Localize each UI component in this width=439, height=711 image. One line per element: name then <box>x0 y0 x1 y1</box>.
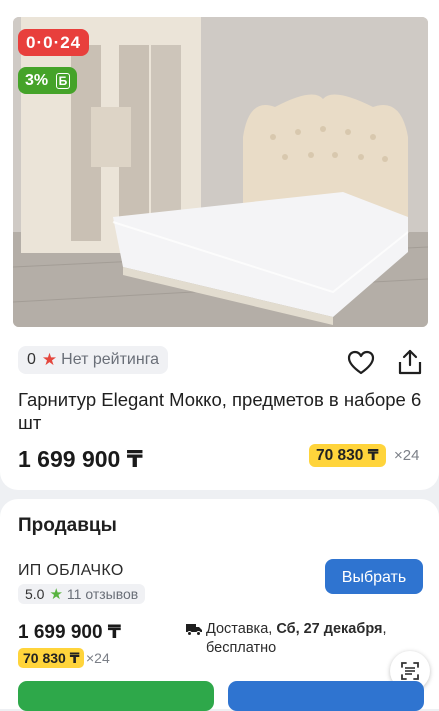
bonus-percent: 3% <box>25 72 49 89</box>
buy-button[interactable] <box>228 681 424 711</box>
product-title: Гарнитур Elegant Мокко, предметов в набо… <box>18 389 422 433</box>
choose-seller-button[interactable]: Выбрать <box>325 559 423 594</box>
bedroom-image <box>13 17 428 327</box>
seller-rating-value: 5.0 <box>25 586 45 602</box>
installment-price[interactable]: 70 830 ₸ <box>309 444 386 467</box>
heart-icon[interactable] <box>347 349 375 377</box>
share-icon[interactable] <box>396 348 424 376</box>
add-to-cart-button[interactable] <box>18 681 214 711</box>
bonus-currency: Б <box>55 73 71 89</box>
seller-installment-price[interactable]: 70 830 ₸ <box>18 648 85 668</box>
seller-name[interactable]: ИП ОБЛАЧКО <box>18 562 124 580</box>
product-photo[interactable] <box>13 17 428 327</box>
product-price: 1 699 900 ₸ <box>18 446 143 472</box>
star-icon: ★ <box>49 586 63 603</box>
seller-reviews: 11 отзывов <box>66 586 139 602</box>
delivery-text: Доставка, Сб, 27 декабря, бесплатно <box>206 621 387 656</box>
delivery-info: Доставка, Сб, 27 декабря, бесплатно <box>186 620 401 658</box>
seller-rating[interactable]: 5.0 ★ 11 отзывов <box>18 584 146 604</box>
rating-summary[interactable]: 0 ★ Нет рейтинга <box>18 346 169 374</box>
review-count: 0 <box>27 351 36 368</box>
sellers-title: Продавцы <box>18 515 117 536</box>
rating-text: Нет рейтинга <box>61 351 160 368</box>
promo-badge: 0·0·24 <box>18 29 90 56</box>
truck-icon <box>186 624 202 636</box>
installment-months: ×24 <box>394 447 420 464</box>
seller-price: 1 699 900 ₸ <box>18 622 122 643</box>
star-icon: ★ <box>41 350 58 369</box>
product-card: 0·0·24 3% Б 0 ★ Нет рейтинга Гарнитур El… <box>0 0 439 490</box>
bonus-badge: 3% Б <box>18 67 78 94</box>
seller-installment-months: ×24 <box>86 650 110 666</box>
